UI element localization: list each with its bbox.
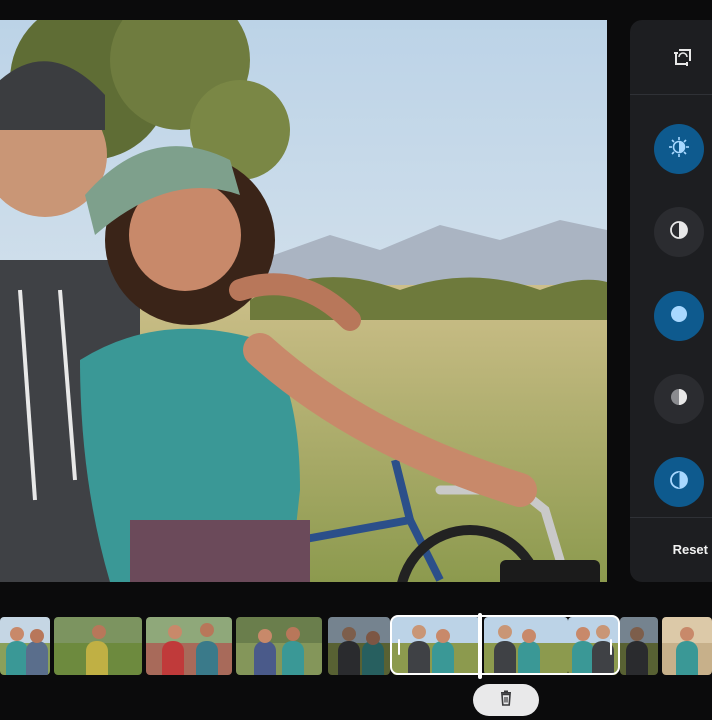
contrast-tool-button[interactable] xyxy=(654,207,704,257)
saturation-icon xyxy=(669,470,689,495)
timeline-playhead[interactable] xyxy=(478,613,482,679)
clip-end-handle[interactable] xyxy=(610,639,612,655)
timeline-thumbnail[interactable] xyxy=(328,617,390,675)
clip-selection-frame[interactable] xyxy=(390,615,620,675)
timeline-thumbnail[interactable] xyxy=(620,617,658,675)
panel-divider-bottom xyxy=(630,517,712,518)
delete-clip-button[interactable] xyxy=(473,684,539,716)
trash-icon xyxy=(498,690,514,711)
panel-divider-top xyxy=(630,94,712,95)
timeline-thumbnail[interactable] xyxy=(146,617,232,675)
crop-rotate-button[interactable] xyxy=(666,42,700,76)
contrast-icon xyxy=(669,220,689,245)
brightness-icon xyxy=(668,136,690,163)
shadows-tool-button[interactable] xyxy=(654,374,704,424)
saturation-tool-button[interactable] xyxy=(654,457,704,507)
clip-start-handle[interactable] xyxy=(398,639,400,655)
shadow-icon xyxy=(669,387,689,412)
timeline-thumbnail[interactable] xyxy=(0,617,50,675)
photo-preview xyxy=(0,20,607,582)
timeline-strip xyxy=(0,615,712,675)
timeline-thumbnail[interactable] xyxy=(662,617,712,675)
timeline-thumbnail[interactable] xyxy=(236,617,322,675)
brightness-tool-button[interactable] xyxy=(654,124,704,174)
highlight-icon xyxy=(669,304,689,329)
reset-button[interactable]: Reset xyxy=(630,542,712,557)
highlights-tool-button[interactable] xyxy=(654,291,704,341)
timeline-thumbnail[interactable] xyxy=(54,617,142,675)
crop-rotate-icon xyxy=(671,45,695,74)
adjustment-panel: Reset xyxy=(630,20,712,582)
